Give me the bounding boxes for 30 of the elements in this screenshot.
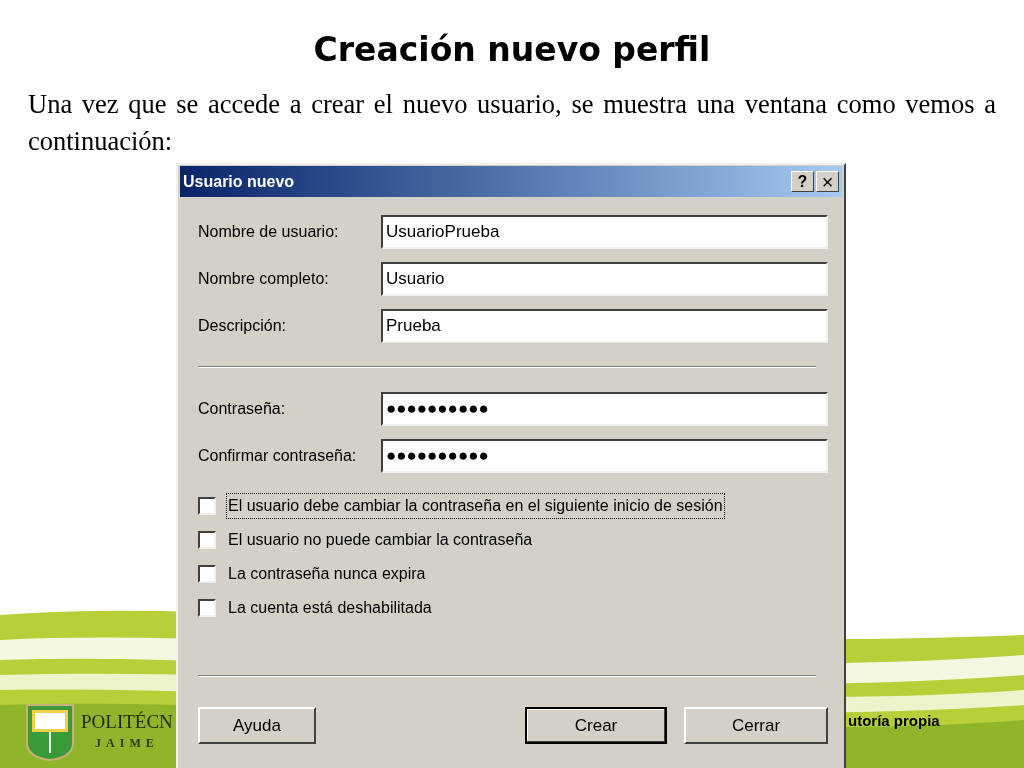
logo-subtext: JAIME (95, 735, 159, 752)
field-label: Confirmar contraseña: (198, 446, 358, 466)
checkbox[interactable] (198, 497, 216, 515)
checkbox-label[interactable]: El usuario no puede cambiar la contraseña (226, 527, 535, 553)
input-field[interactable]: ●●●●●●●●●● (381, 392, 828, 426)
dialog-button[interactable]: Crear (525, 707, 667, 744)
field-label: Nombre de usuario: (198, 222, 340, 242)
logo-text: POLITÉCN (81, 710, 173, 734)
slide-title: Creación nuevo perfil (313, 29, 711, 71)
dialog-button[interactable]: Cerrar (684, 707, 828, 744)
input-field[interactable]: ●●●●●●●●●● (381, 439, 828, 473)
field-label: Nombre completo: (198, 269, 330, 289)
input-field[interactable]: UsuarioPrueba (381, 215, 828, 249)
close-button[interactable]: × (816, 171, 839, 192)
dialog-button[interactable]: Ayuda (198, 707, 316, 744)
input-field[interactable]: Usuario (381, 262, 828, 296)
checkbox-label[interactable]: El usuario debe cambiar la contraseña en el siguiente inicio de sesión (226, 493, 725, 519)
checkbox[interactable] (198, 599, 216, 617)
slide-paragraph: Una vez que se accede a crear el nuevo usuario, se muestra una ventana como vemos a continuación: (28, 88, 996, 158)
footer-text: utoría propia (848, 711, 940, 731)
field-label: Descripción: (198, 316, 288, 336)
checkbox[interactable] (198, 531, 216, 549)
input-field[interactable]: Prueba (381, 309, 828, 343)
checkbox[interactable] (198, 565, 216, 583)
crest-icon (25, 703, 75, 761)
window-title: Usuario nuevo (183, 171, 295, 192)
checkbox-label[interactable]: La contraseña nunca expira (226, 561, 428, 587)
checkbox-label[interactable]: La cuenta está deshabilitada (226, 595, 434, 621)
help-button[interactable]: ? (791, 171, 814, 192)
field-label: Contraseña: (198, 399, 287, 419)
